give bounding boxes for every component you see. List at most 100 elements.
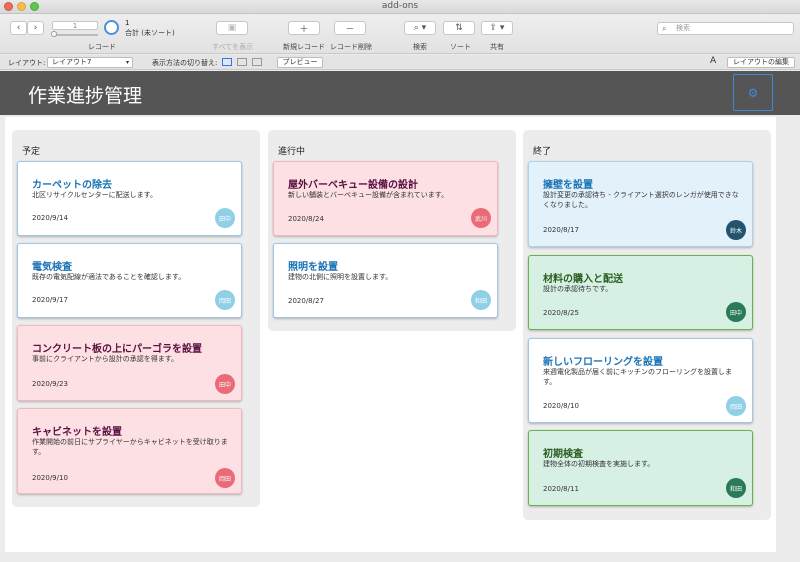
plus-icon: ＋ [299, 24, 309, 35]
card-title: コンクリート板の上にパーゴラを設置 [32, 344, 202, 355]
delete-record-label: レコード削除 [330, 43, 372, 51]
magnifier-icon: ⌕ ▾ [413, 23, 427, 33]
card-title: カーペットの除去 [32, 180, 112, 191]
record-pie-icon [104, 20, 119, 35]
record-slider-knob[interactable] [51, 31, 57, 37]
card-description: 北区リサイクルセンターに配送します。 [32, 191, 157, 199]
card-description: 来週電化製品が届く前にキッチンのフローリングを設置します。 [543, 368, 732, 386]
card-description: 新しい舗装とバーベキュー設備が含まれています。 [288, 191, 449, 199]
form-view-icon[interactable] [222, 58, 232, 66]
delete-record-button[interactable]: － [334, 21, 366, 35]
column-title: 進行中 [278, 147, 306, 157]
show-all-label: すべてを表示 [212, 43, 254, 51]
card-description: 既存の電気配線が適法であることを確認します。 [32, 273, 186, 281]
record-total-label: 合計 (未ソート) [125, 29, 175, 37]
preview-button[interactable]: プレビュー [277, 57, 323, 68]
card-title: 材料の購入と配送 [543, 274, 623, 285]
layout-select-value: レイアウト7 [52, 58, 92, 66]
task-card[interactable]: 新しいフローリングを設置 来週電化製品が届く前にキッチンのフローリングを設置しま… [528, 338, 753, 423]
layout-select[interactable]: レイアウト7 ▾ [47, 57, 133, 68]
card-title: 屋外バーベキュー設備の設計 [288, 180, 418, 191]
task-card[interactable]: 照明を設置 建物の北側に照明を設置します。 2020/8/27 和田 [273, 243, 498, 318]
assignee-avatar: 田中 [215, 208, 235, 228]
page-header: 作業進捗管理 ⚙ [0, 71, 800, 115]
column-done: 終了 擁壁を設置 設計変更の承認待ち - クライアント選択のレンガが使用できなく… [523, 130, 771, 520]
kanban-board: 予定 カーペットの除去 北区リサイクルセンターに配送します。 2020/9/14… [5, 117, 776, 552]
next-record-button[interactable]: › [27, 21, 44, 35]
sort-icon: ⇅ [455, 23, 463, 33]
card-description: 設計の承認待ちです。 [543, 285, 613, 293]
assignee-avatar: 鈴木 [726, 220, 746, 240]
card-date: 2020/8/25 [543, 309, 579, 317]
show-all-icon: ▣ [227, 23, 237, 33]
chevron-down-icon: ▾ [125, 59, 129, 66]
card-title: キャビネットを設置 [32, 427, 122, 438]
current-record-field[interactable]: 1 [52, 21, 98, 30]
find-label: 検索 [413, 43, 427, 51]
sort-button[interactable]: ⇅ [443, 21, 475, 35]
new-record-label: 新規レコード [283, 43, 325, 51]
column-title: 終了 [533, 147, 552, 157]
edit-layout-button[interactable]: レイアウトの編集 [727, 57, 795, 68]
chevron-left-icon: ‹ [16, 23, 21, 33]
card-date: 2020/8/24 [288, 215, 324, 223]
chevron-right-icon: › [33, 23, 38, 33]
assignee-avatar: 武川 [471, 208, 491, 228]
view-switch-label: 表示方法の切り替え: [152, 59, 218, 67]
card-title: 初期検査 [543, 449, 583, 460]
task-card[interactable]: 擁壁を設置 設計変更の承認待ち - クライアント選択のレンガが使用できなくなりま… [528, 161, 753, 247]
show-all-button[interactable]: ▣ [216, 21, 248, 35]
page-title: 作業進捗管理 [28, 85, 143, 107]
card-date: 2020/9/10 [32, 474, 68, 482]
card-title: 電気検査 [32, 262, 72, 273]
card-description: 作業開始の前日にサプライヤーからキャビネットを受け取ります。 [32, 438, 228, 456]
task-card[interactable]: 電気検査 既存の電気配線が適法であることを確認します。 2020/9/17 岡田 [17, 243, 242, 318]
window-titlebar: add-ons [0, 0, 800, 14]
task-card[interactable]: 屋外バーベキュー設備の設計 新しい舗装とバーベキュー設備が含まれています。 20… [273, 161, 498, 236]
share-label: 共有 [490, 43, 504, 51]
assignee-avatar: 田中 [726, 302, 746, 322]
window-title: add-ons [381, 1, 419, 11]
new-record-button[interactable]: ＋ [288, 21, 320, 35]
card-description: 事前にクライアントから設計の承認を得ます。 [32, 355, 179, 363]
share-button[interactable]: ⇪ ▾ [481, 21, 513, 35]
assignee-avatar: 和田 [471, 290, 491, 310]
assignee-avatar: 田中 [215, 374, 235, 394]
card-date: 2020/8/27 [288, 297, 324, 305]
toolbar: ‹ › 1 1 合計 (未ソート) レコード ▣ すべてを表示 ＋ 新規レコード… [0, 14, 800, 54]
find-button[interactable]: ⌕ ▾ [404, 21, 436, 35]
search-placeholder: 検索 [676, 24, 690, 32]
card-date: 2020/9/14 [32, 214, 68, 222]
assignee-avatar: 岡田 [215, 290, 235, 310]
task-card[interactable]: 材料の購入と配送 設計の承認待ちです。 2020/8/25 田中 [528, 255, 753, 330]
table-view-icon[interactable] [252, 58, 262, 66]
card-title: 照明を設置 [288, 262, 338, 273]
assignee-avatar: 岡田 [215, 468, 235, 488]
assignee-avatar: 和田 [726, 478, 746, 498]
task-card[interactable]: 初期検査 建物全体の初期検査を実施します。 2020/8/11 和田 [528, 430, 753, 506]
assignee-avatar: 岡田 [726, 396, 746, 416]
sort-label: ソート [450, 43, 471, 51]
search-input[interactable]: ⌕ 検索 [657, 22, 794, 35]
list-view-icon[interactable] [237, 58, 247, 66]
font-size-icon[interactable]: A [710, 56, 716, 66]
card-description: 設計変更の承認待ち - クライアント選択のレンガが使用できなくなりました。 [543, 191, 739, 209]
card-description: 建物の北側に照明を設置します。 [288, 273, 393, 281]
settings-button[interactable]: ⚙ [733, 74, 773, 111]
gear-icon: ⚙ [747, 85, 759, 100]
task-card[interactable]: キャビネットを設置 作業開始の前日にサプライヤーからキャビネットを受け取ります。… [17, 408, 242, 494]
card-date: 2020/9/17 [32, 296, 68, 304]
search-icon: ⌕ [662, 24, 667, 33]
minus-icon: － [345, 24, 355, 35]
card-title: 擁壁を設置 [543, 180, 593, 191]
column-title: 予定 [22, 147, 41, 157]
layout-bar: レイアウト: レイアウト7 ▾ 表示方法の切り替え: プレビュー A レイアウト… [0, 55, 800, 70]
card-date: 2020/8/11 [543, 485, 579, 493]
previous-record-button[interactable]: ‹ [10, 21, 27, 35]
record-slider-track[interactable] [52, 34, 98, 36]
record-count: 1 [125, 19, 130, 27]
layout-label: レイアウト: [8, 59, 46, 67]
task-card[interactable]: カーペットの除去 北区リサイクルセンターに配送します。 2020/9/14 田中 [17, 161, 242, 236]
card-date: 2020/8/10 [543, 402, 579, 410]
task-card[interactable]: コンクリート板の上にパーゴラを設置 事前にクライアントから設計の承認を得ます。 … [17, 325, 242, 401]
